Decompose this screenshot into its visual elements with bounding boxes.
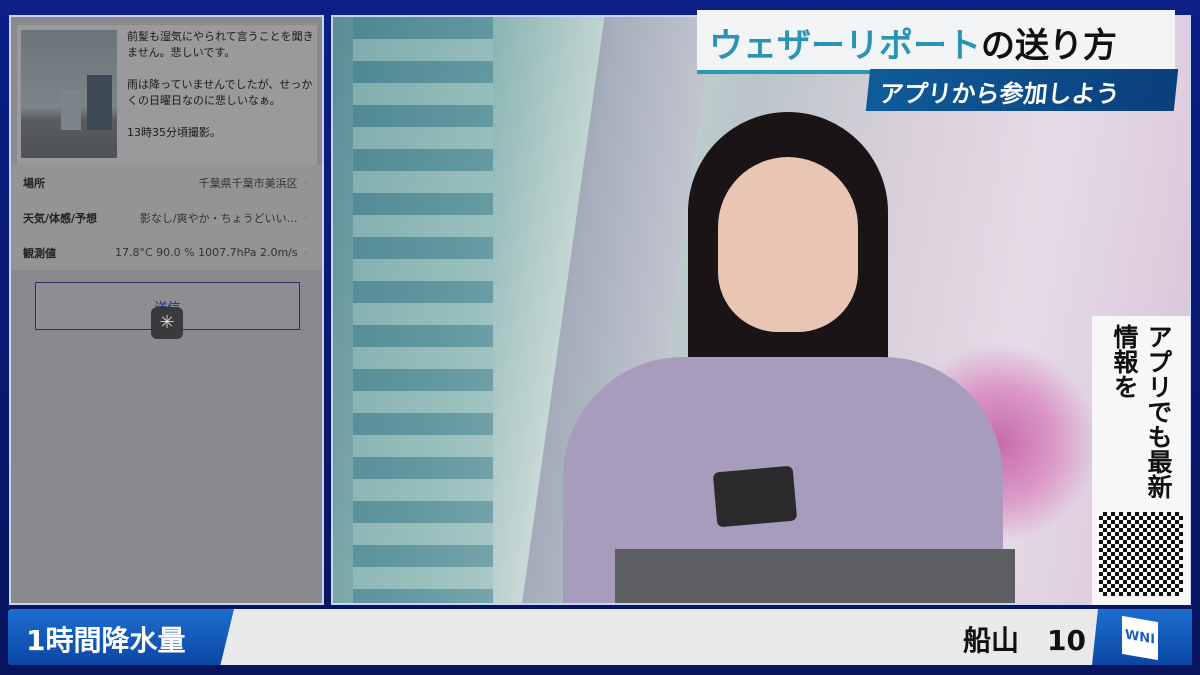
caption-title-highlight: ウェザーリポート [709, 26, 981, 66]
row-value: 千葉県千葉市美浜区 [198, 176, 298, 190]
caption-title-rest: の送り方 [981, 26, 1117, 66]
app-promo-panel: アプリでも最新情報を [1092, 316, 1190, 605]
wni-logo-icon: WNI [1122, 615, 1158, 661]
desk [615, 549, 1015, 603]
caption-subtitle: アプリから参加しよう [865, 69, 1179, 111]
studio-backdrop [353, 17, 493, 603]
ticker-text: 船山 10 [963, 624, 1086, 657]
post-line: 前髪も湿気にやられて言うことを聞きません。悲しいです。 [127, 30, 314, 59]
qr-code-icon [1099, 512, 1183, 596]
chevron-right-icon: › [303, 246, 308, 259]
ticker-label: 1時間降水量 [8, 609, 234, 665]
row-label: 観測値 [23, 246, 56, 260]
chevron-right-icon: › [303, 211, 308, 224]
app-promo-text: アプリでも最新情報を [1110, 324, 1173, 499]
post-text: 前髪も湿気にやられて言うことを聞きません。悲しいです。 雨は降っていませんでした… [127, 29, 315, 157]
row-weather[interactable]: 天気/体感/予想 影なし/爽やか・ちょうどいい… › [11, 200, 322, 235]
row-label: 天気/体感/予想 [23, 211, 98, 225]
phone-screen-capture: 前髪も湿気にやられて言うことを聞きません。悲しいです。 雨は降っていませんでした… [9, 15, 324, 605]
loading-spinner-icon: ✳ [151, 307, 183, 339]
news-ticker: 1時間降水量 船山 10 [8, 609, 1192, 665]
row-value: 影なし/爽やか・ちょうどいい… [139, 211, 298, 225]
caption-title: ウェザーリポートの送り方 [697, 10, 1175, 74]
row-observation[interactable]: 観測値 17.8°C 90.0 % 1007.7hPa 2.0m/s › [11, 235, 322, 270]
presenter-phone [712, 465, 798, 528]
post-line: 13時35分頃撮影。 [127, 126, 221, 139]
report-post: 前髪も湿気にやられて言うことを聞きません。悲しいです。 雨は降っていませんでした… [17, 25, 317, 165]
chevron-right-icon: › [303, 176, 308, 189]
channel-logo: WNI [1092, 609, 1192, 665]
presenter-face [718, 157, 858, 332]
row-location[interactable]: 場所 千葉県千葉市美浜区 › [11, 165, 322, 200]
row-value: 17.8°C 90.0 % 1007.7hPa 2.0m/s [115, 246, 298, 259]
post-line: 雨は降っていませんでしたが、せっかくの日曜日なのに悲しいなぁ。 [127, 78, 313, 107]
row-label: 場所 [23, 176, 45, 190]
report-photo [21, 30, 117, 158]
